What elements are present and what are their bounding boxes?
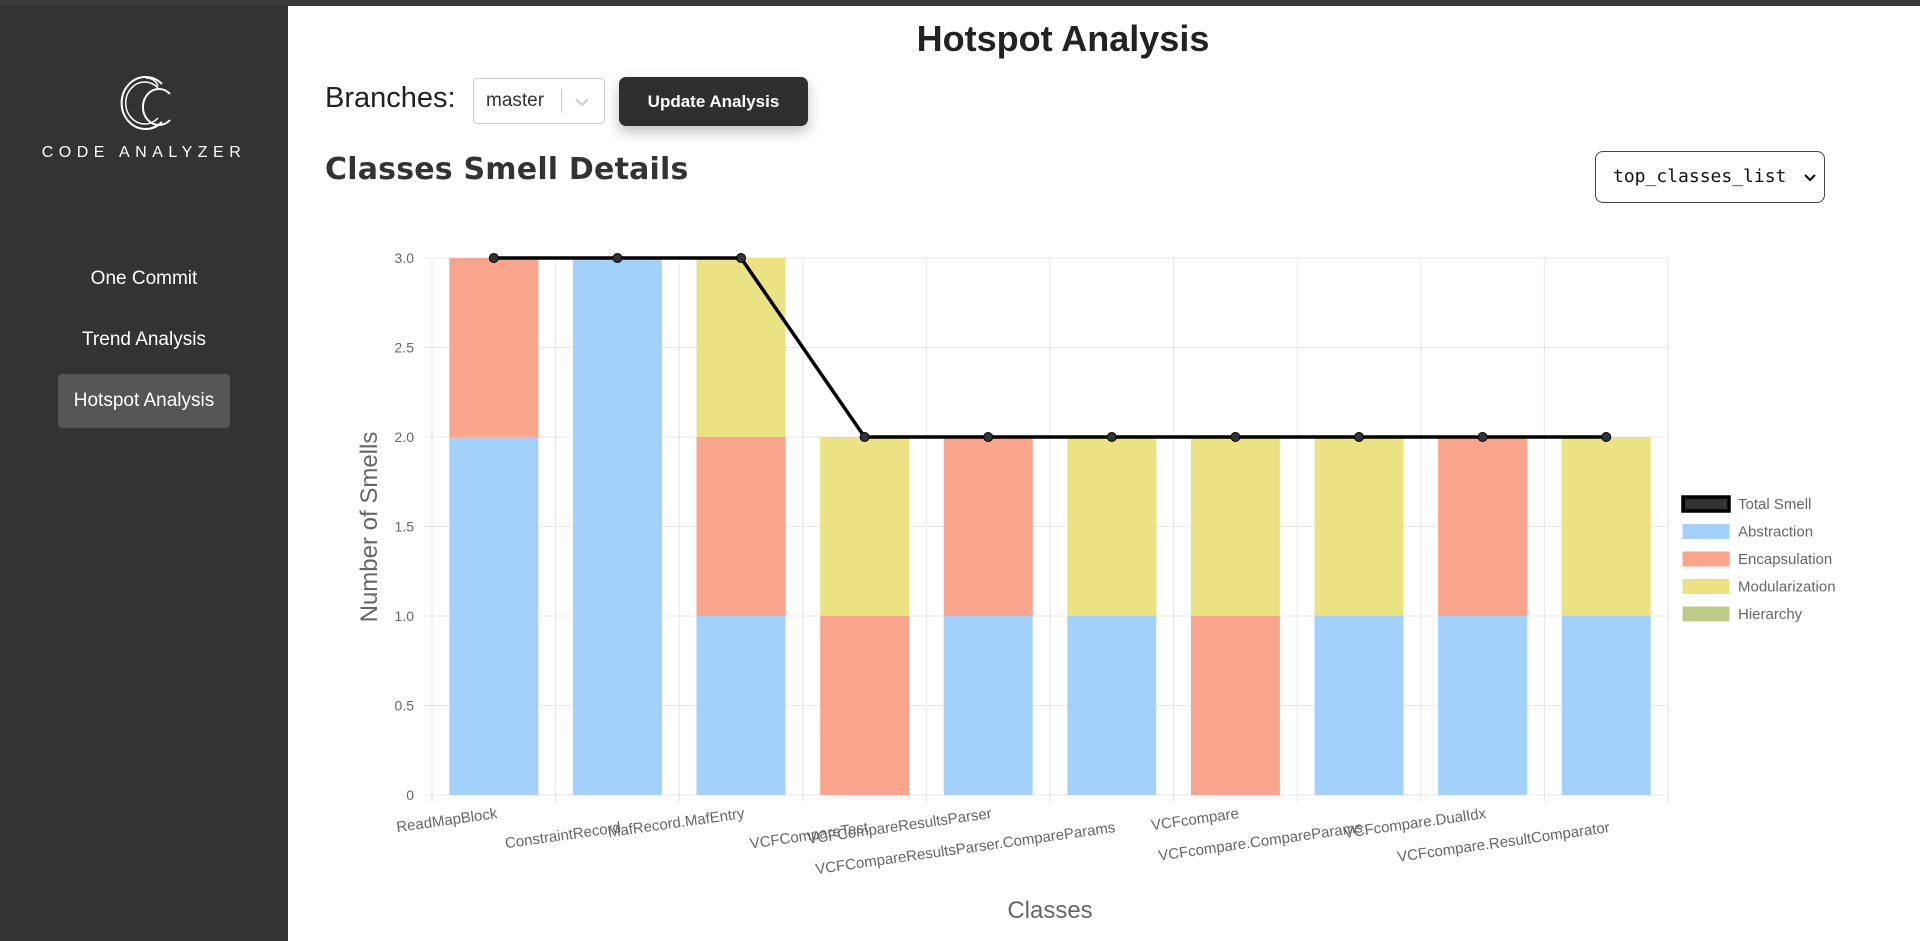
- bar-segment-encapsulation: [943, 437, 1033, 616]
- total-smell-point: [1230, 432, 1241, 442]
- y-axis-title: Number of Smells: [356, 432, 383, 623]
- y-tick-label: 3.0: [395, 250, 415, 266]
- x-tick-label: MafRecord.MafEntry: [607, 805, 746, 841]
- legend-label-hierarchy: Hierarchy: [1738, 606, 1803, 623]
- bar-segment-abstraction: [1561, 616, 1651, 795]
- bar-segment-encapsulation: [696, 437, 786, 616]
- x-tick-label: VCFcompare.DualIdx: [1343, 805, 1488, 842]
- chart-legend: Total Smell Abstraction Encapsulation Modul…: [1681, 495, 1836, 623]
- bar-segment-abstraction: [1067, 616, 1157, 795]
- total-smell-point: [983, 432, 994, 442]
- total-smell-point: [1477, 432, 1488, 442]
- bar-segment-modularization: [1190, 437, 1280, 616]
- x-tick-label: ReadMapBlock: [395, 805, 499, 836]
- legend-swatch: [1682, 551, 1730, 567]
- x-tick-label: ConstraintRecord: [504, 819, 622, 852]
- total-smell-point: [488, 253, 499, 263]
- bar-segment-modularization: [1067, 437, 1157, 616]
- bar-segment-encapsulation: [820, 616, 910, 795]
- total-smell-point: [736, 253, 746, 263]
- y-tick-label: 0.5: [395, 698, 415, 714]
- legend-swatch: [1681, 495, 1731, 513]
- x-axis-title: Classes: [1007, 897, 1092, 924]
- bar-segment-abstraction: [449, 437, 539, 795]
- bar-segment-encapsulation: [1438, 437, 1528, 616]
- y-tick-label: 0: [406, 787, 414, 803]
- bar-segment-abstraction: [696, 616, 786, 795]
- bar-segment-abstraction: [1438, 616, 1528, 795]
- bar-segment-abstraction: [943, 616, 1033, 795]
- y-tick-label: 1.0: [395, 608, 415, 624]
- bar-segment-abstraction: [1314, 616, 1404, 795]
- total-smell-point: [1106, 432, 1117, 442]
- y-tick-label: 1.5: [395, 519, 415, 535]
- legend-label-total-smell: Total Smell: [1738, 496, 1811, 513]
- legend-swatch: [1682, 579, 1730, 594]
- total-smell-point: [1354, 432, 1364, 442]
- legend-swatch: [1682, 524, 1730, 539]
- total-smell-point: [612, 253, 623, 263]
- bar-segment-modularization: [1314, 437, 1404, 616]
- legend-label-modularization: Modularization: [1738, 579, 1836, 596]
- legend-label-encapsulation: Encapsulation: [1738, 551, 1832, 568]
- bar-segment-modularization: [696, 258, 786, 437]
- total-smell-point: [859, 432, 870, 442]
- y-tick-label: 2.5: [395, 340, 415, 356]
- bar-segment-modularization: [820, 437, 910, 616]
- legend-swatch: [1682, 606, 1730, 622]
- bar-segment-encapsulation: [1190, 616, 1280, 795]
- y-tick-label: 2.0: [395, 429, 415, 445]
- bar-segment-modularization: [1561, 437, 1651, 616]
- legend-label-abstraction: Abstraction: [1738, 524, 1813, 541]
- bar-segment-abstraction: [572, 258, 662, 795]
- total-smell-point: [1601, 432, 1612, 442]
- smell-chart: 0 0.5 1.0 1.5 2.0 2.5 3.0 ReadMapBlock Constrain…: [356, 250, 1836, 924]
- bar-segment-encapsulation: [449, 258, 539, 437]
- x-tick-label: VCFcompare: [1150, 805, 1240, 834]
